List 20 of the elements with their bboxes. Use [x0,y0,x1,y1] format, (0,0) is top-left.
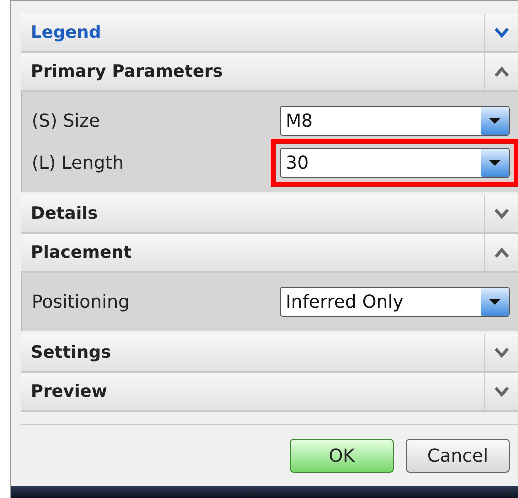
field-label: (L) Length [32,152,125,174]
chevron-down-icon [494,208,510,220]
section-title: Placement [30,242,133,262]
dropdown-field[interactable]: M8 [280,106,510,136]
chevron-down-icon [494,346,510,358]
dropdown-field[interactable]: Inferred Only [280,287,510,317]
chevron-down-icon [494,386,510,398]
ok-button[interactable]: OK [290,439,394,473]
chevron-down-icon [494,26,510,38]
section-title: Preview [30,382,109,402]
field-label: Positioning [32,292,131,312]
field-label: (S) Size [32,110,102,132]
chevron-up-icon [494,66,510,78]
chevron-up-icon [494,246,510,258]
section-title: Details [30,204,100,224]
section-title: Primary Parameters [30,62,224,82]
dropdown-field[interactable]: 30 [280,148,510,178]
section-title: Legend [30,22,102,42]
cancel-button[interactable]: Cancel [406,439,510,473]
section-title: Settings [30,342,112,362]
